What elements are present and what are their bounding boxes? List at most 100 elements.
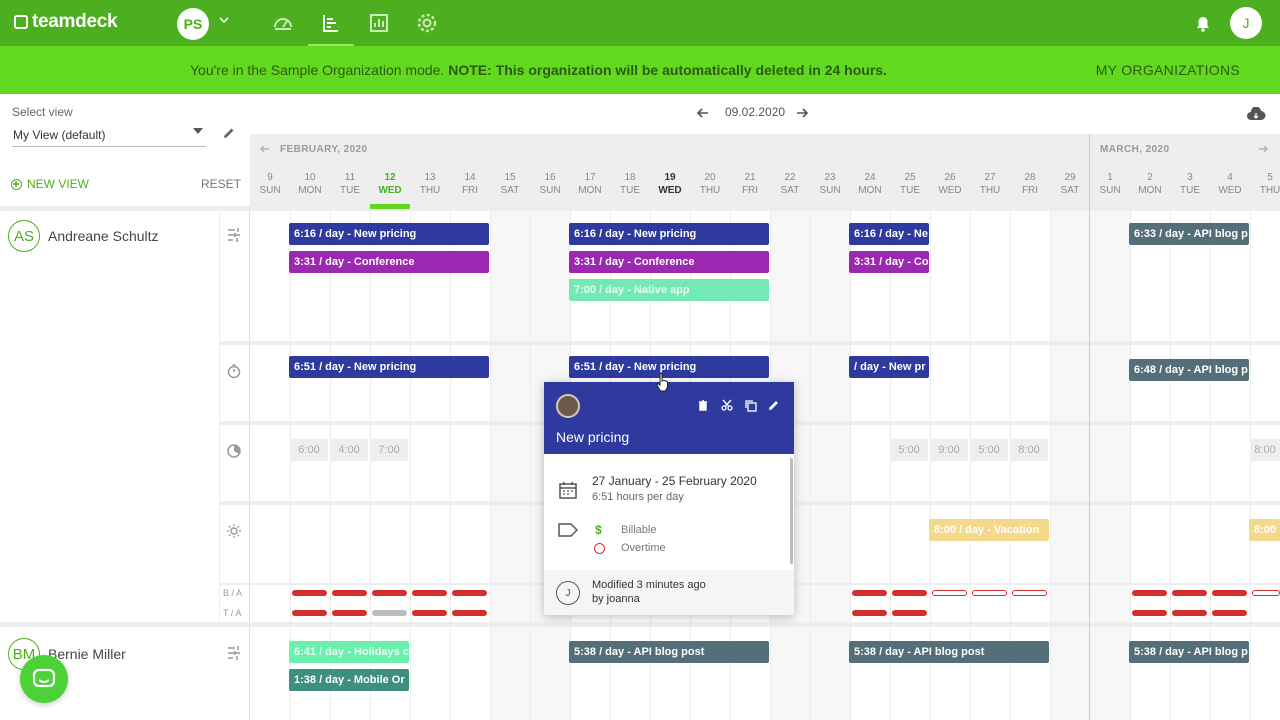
day-header: 9 SUN 10 MON 11 TUE 12 WED 13 THU 14 FRI 15 SAT…: [250, 164, 1280, 209]
delete-icon[interactable]: [697, 399, 709, 411]
day-number: 29: [1064, 172, 1076, 183]
booking-bar[interactable]: 3:31 / day - Co: [849, 251, 929, 273]
hours-cell: 7:00: [370, 439, 408, 461]
day-cell: 1 SUN: [1090, 164, 1130, 206]
booking-bar[interactable]: 3:31 / day - Conference: [569, 251, 769, 273]
day-cell: 3 TUE: [1170, 164, 1210, 206]
time-availability-pill: [332, 610, 367, 616]
scissors-icon[interactable]: [721, 399, 733, 411]
booking-bar[interactable]: 5:38 / day - API blog post: [849, 641, 1049, 663]
day-cell: 4 WED: [1210, 164, 1250, 206]
current-date[interactable]: 09.02.2020: [725, 105, 785, 119]
booking-bar[interactable]: 1:38 / day - Mobile Or: [289, 669, 409, 691]
booking-bar[interactable]: 3:31 / day - Conference: [289, 251, 489, 273]
banner-text: You're in the Sample Organization mode. …: [190, 62, 887, 78]
day-of-week: FRI: [461, 185, 479, 196]
user-avatar[interactable]: J: [1230, 7, 1262, 39]
person-name: Bernie Miller: [48, 646, 126, 662]
view-select[interactable]: My View (default): [12, 125, 206, 147]
grid-line: [1050, 206, 1051, 720]
booking-bar[interactable]: 6:16 / day - New pricing: [289, 223, 489, 245]
time-entry-bar[interactable]: 6:51 / day - New pricing: [289, 356, 489, 378]
person-name: Andreane Schultz: [48, 228, 159, 244]
day-cell: 29 SAT: [1050, 164, 1090, 206]
availability-pill: [292, 590, 327, 596]
month-label-february: FEBRUARY, 2020: [280, 144, 368, 155]
project-avatar: [556, 394, 580, 418]
planner-icon[interactable]: [320, 12, 342, 34]
availability-pill: [1172, 590, 1207, 596]
chat-icon: [32, 668, 56, 688]
popup-scrollbar[interactable]: [790, 458, 793, 564]
dollar-icon: $: [595, 523, 602, 537]
time-entry-bar[interactable]: / day - New pr: [849, 356, 929, 378]
availability-pill: [1012, 590, 1047, 596]
new-view-button[interactable]: NEW VIEW: [11, 177, 89, 191]
vacation-sun-icon: [227, 524, 241, 538]
time-entry-bar[interactable]: 6:48 / day - API blog p: [1129, 359, 1249, 381]
availability-pill: [852, 590, 887, 596]
day-number: 1: [1107, 172, 1113, 183]
day-of-week: TUE: [1180, 185, 1200, 196]
reset-button[interactable]: RESET: [201, 177, 241, 191]
availability-pill: [932, 590, 967, 596]
today-indicator: [370, 204, 410, 209]
day-cell: 20 THU: [690, 164, 730, 206]
chat-support-button[interactable]: [20, 655, 68, 703]
time-availability-pill: [1172, 610, 1207, 616]
booking-details-popup: New pricing 27 January - 25 February 202…: [544, 382, 794, 615]
day-cell: 18 TUE: [610, 164, 650, 206]
logo-mark-icon: [14, 15, 28, 29]
booking-bar[interactable]: 6:16 / day - New pricing: [569, 223, 769, 245]
booking-bar[interactable]: 5:38 / day - API blog p: [1129, 641, 1249, 663]
booking-bar[interactable]: 7:00 / day - Native app: [569, 279, 769, 301]
day-of-week: SUN: [1099, 185, 1121, 196]
availability-pill: [452, 590, 487, 596]
time-availability-pill: [372, 610, 407, 616]
hours-cell: 4:00: [330, 439, 368, 461]
organization-avatar[interactable]: PS: [177, 8, 209, 40]
column-divider: [219, 206, 220, 626]
dashboard-icon[interactable]: [272, 12, 294, 34]
day-cell: 23 SUN: [810, 164, 850, 206]
booking-bar[interactable]: 6:41 / day - Holidays c: [289, 641, 409, 663]
copy-icon[interactable]: [744, 399, 757, 412]
day-of-week: THU: [979, 185, 1001, 196]
month-next-icon[interactable]: [1258, 144, 1268, 154]
day-number: 24: [864, 172, 876, 183]
new-view-label: NEW VIEW: [27, 177, 89, 191]
person-row-header[interactable]: AS Andreane Schultz: [8, 220, 159, 252]
cloud-download-icon[interactable]: [1246, 107, 1266, 121]
vacation-bar[interactable]: 8:00 / day - Vacation: [929, 519, 1049, 541]
hours-cell: 8:00: [1010, 439, 1048, 461]
day-number: 18: [624, 172, 636, 183]
arrow-left-icon[interactable]: [696, 106, 710, 120]
booking-bar[interactable]: 6:33 / day - API blog p: [1129, 223, 1249, 245]
arrow-right-icon[interactable]: [795, 106, 809, 120]
booking-bar[interactable]: 5:38 / day - API blog post: [569, 641, 769, 663]
availability-icon: [227, 444, 241, 458]
time-entry-bar[interactable]: 6:51 / day - New pricing: [569, 356, 769, 378]
month-prev-icon[interactable]: [260, 144, 270, 154]
vacation-bar[interactable]: 8:00: [1249, 519, 1280, 541]
day-cell: 27 THU: [970, 164, 1010, 206]
settings-icon[interactable]: [416, 12, 438, 34]
teamdeck-logo[interactable]: teamdeck: [14, 11, 118, 33]
reports-icon[interactable]: [368, 12, 390, 34]
edit-view-icon[interactable]: [222, 126, 236, 140]
chevron-down-icon[interactable]: [218, 13, 230, 29]
day-cell: 15 SAT: [490, 164, 530, 206]
edit-icon[interactable]: [768, 399, 780, 411]
notification-bell-icon[interactable]: [1192, 12, 1214, 34]
my-organizations-link[interactable]: MY ORGANIZATIONS: [1096, 62, 1240, 78]
day-of-week: SUN: [819, 185, 841, 196]
person-avatar: AS: [8, 220, 40, 252]
day-number: 28: [1024, 172, 1036, 183]
day-of-week: TUE: [340, 185, 360, 196]
booking-bar[interactable]: 6:16 / day - Ne: [849, 223, 929, 245]
planned-projects-icon: [228, 646, 240, 660]
grid-line: [810, 206, 811, 720]
day-cell: 21 FRI: [730, 164, 770, 206]
day-of-week: THU: [419, 185, 441, 196]
availability-pill: [1252, 590, 1280, 596]
